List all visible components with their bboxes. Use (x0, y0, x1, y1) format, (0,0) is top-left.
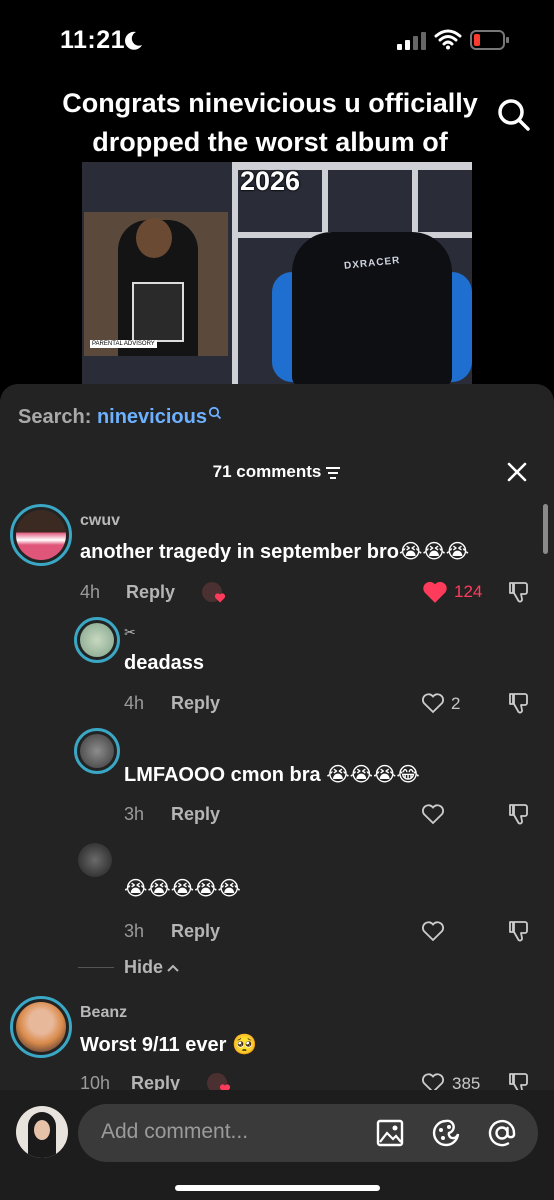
parental-advisory-badge: PARENTAL ADVISORY (90, 340, 157, 348)
comment-composer-bar: Add comment... (0, 1090, 554, 1200)
avatar[interactable] (78, 843, 112, 877)
dislike-icon[interactable] (508, 919, 532, 943)
comment-username[interactable]: cwuv (80, 512, 120, 530)
comment-input[interactable]: Add comment... (78, 1104, 538, 1162)
comment-text: deadass (124, 652, 205, 674)
album-cover: PARENTAL ADVISORY (84, 212, 228, 356)
comments-count[interactable]: 71 comments (0, 462, 554, 482)
search-term[interactable]: ninevicious (97, 406, 207, 428)
comment-time: 3h (124, 804, 145, 824)
comment-text: 😭😭😭😭😭 (124, 878, 241, 900)
comment-text: another tragedy in september bro😭😭😭 (80, 541, 470, 563)
reply-button[interactable]: Reply (126, 582, 175, 603)
search-icon-small (208, 406, 222, 420)
comment-placeholder: Add comment... (101, 1120, 249, 1143)
dislike-icon[interactable] (508, 802, 532, 826)
comment-username[interactable]: Beanz (80, 1004, 127, 1022)
sticker-icon[interactable] (431, 1118, 461, 1148)
heart-outline-icon[interactable] (421, 692, 445, 714)
battery-low-icon (470, 30, 509, 50)
avatar[interactable] (74, 617, 120, 663)
comment-time: 4h (124, 693, 145, 713)
comment-text: Worst 9/11 ever 🥺 (80, 1034, 257, 1056)
creator-heart-icon (214, 593, 226, 603)
hide-replies-button[interactable]: Hide (124, 957, 180, 978)
wifi-icon (434, 29, 462, 50)
heart-outline-icon[interactable] (421, 803, 445, 825)
scrollbar[interactable] (543, 504, 548, 554)
comment-time: 4h (80, 582, 101, 602)
search-icon[interactable] (496, 97, 532, 133)
my-avatar[interactable] (16, 1106, 68, 1158)
search-label: Search: (18, 406, 97, 428)
heart-filled-icon[interactable] (422, 580, 448, 604)
reply-button[interactable]: Reply (171, 804, 220, 825)
heart-outline-icon[interactable] (421, 920, 445, 942)
comment-username[interactable]: ✂ (124, 624, 136, 641)
dislike-icon[interactable] (508, 691, 532, 715)
divider (78, 967, 114, 968)
status-time: 11:21 (60, 26, 126, 54)
comments-sheet: Search: ninevicious 71 comments cwuv ano… (0, 384, 554, 1200)
home-indicator (175, 1185, 380, 1191)
dislike-icon[interactable] (508, 580, 532, 604)
close-icon[interactable] (506, 461, 528, 483)
avatar[interactable] (10, 504, 72, 566)
search-suggestion[interactable]: Search: ninevicious (18, 406, 222, 429)
reply-button[interactable]: Reply (171, 693, 220, 714)
like-count: 124 (454, 582, 483, 601)
reply-button[interactable]: Reply (171, 921, 220, 942)
signal-icon (397, 32, 426, 50)
avatar[interactable] (10, 996, 72, 1058)
status-bar: 11:21 (0, 0, 554, 80)
chevron-up-icon (167, 964, 179, 972)
comment-text: LMFAOOO cmon bra 😭😭😭😂 (124, 764, 420, 786)
filter-icon[interactable] (325, 466, 341, 480)
like-count: 2 (451, 694, 461, 713)
moon-icon (125, 31, 142, 50)
avatar[interactable] (74, 728, 120, 774)
video-caption: Congrats ninevicious u officially droppe… (62, 88, 478, 196)
comment-time: 3h (124, 921, 145, 941)
mention-icon[interactable] (487, 1118, 517, 1148)
image-icon[interactable] (375, 1118, 405, 1148)
